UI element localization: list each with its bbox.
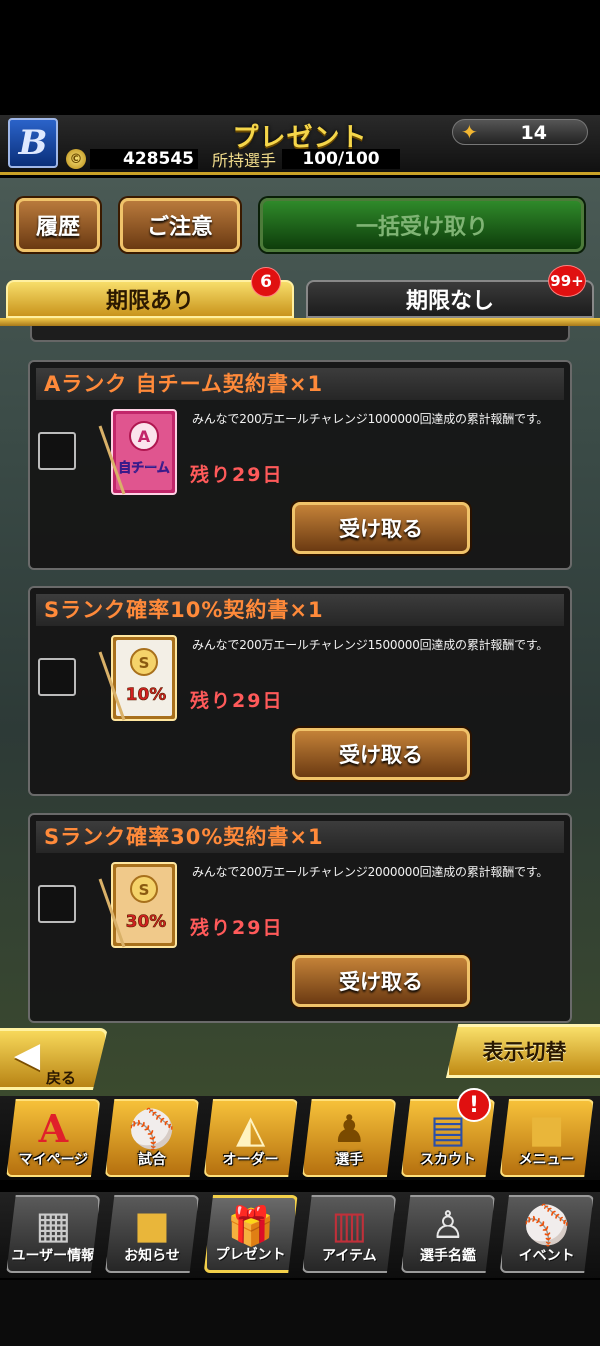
nav-user-info[interactable]: ▦ ユーザー情報: [6, 1195, 101, 1273]
history-button[interactable]: 履歴: [16, 198, 100, 252]
present-title: Sランク確率10%契約書×1: [36, 594, 564, 626]
svg-text:S: S: [139, 654, 150, 672]
receive-button[interactable]: 受け取る: [292, 502, 470, 554]
svg-text:A: A: [138, 427, 151, 446]
nav-player-directory[interactable]: ♙ 選手名鑑: [400, 1195, 495, 1273]
nav-mypage[interactable]: A マイページ: [6, 1099, 101, 1177]
team-contract-icon: A 自チーム: [98, 409, 177, 495]
present-title: Aランク 自チーム契約書×1: [36, 368, 564, 400]
players-label: 所持選手: [212, 151, 277, 170]
sub-nav: ▦ ユーザー情報 ■ お知らせ 🎁 プレゼント ▥ アイテム ♙ 選手名鑑 ⚾ …: [0, 1192, 600, 1278]
players-value: 100/100: [282, 149, 401, 169]
present-card: Sランク確率10%契約書×1 S 10% みんなで200万エールチャレンジ150…: [28, 586, 572, 796]
remaining-days: 残り29日: [190, 464, 284, 486]
select-checkbox[interactable]: [38, 658, 76, 696]
present-description: みんなで200万エールチャレンジ1000000回達成の累計報酬です。: [192, 412, 549, 426]
menu-icon: ■: [528, 1107, 565, 1151]
tab-underline: [0, 318, 600, 326]
tab-badge: 99+: [548, 265, 586, 297]
bat-counter: ✦ 14: [452, 119, 588, 145]
status-area: [0, 0, 600, 115]
tab-label: 期限あり: [105, 289, 194, 314]
bottom-bar: [0, 1280, 600, 1346]
nav-label: スカウト: [419, 1152, 476, 1168]
nav-news[interactable]: ■ お知らせ: [104, 1195, 199, 1273]
svg-text:10%: 10%: [126, 685, 167, 705]
event-icon: ⚾: [522, 1203, 571, 1247]
nav-label: イベント: [518, 1248, 575, 1264]
nav-label: アイテム: [321, 1248, 377, 1264]
notice-button[interactable]: ご注意: [120, 198, 240, 252]
s-contract-10-icon: S 10%: [98, 635, 177, 721]
tab-badge: 6: [251, 267, 281, 297]
svg-text:自チーム: 自チーム: [118, 460, 170, 476]
nav-label: 選手: [335, 1152, 364, 1168]
scout-alert-badge: !: [457, 1088, 491, 1122]
nav-menu[interactable]: ■ メニュー: [499, 1099, 594, 1177]
nav-label: 選手名鑑: [419, 1248, 476, 1264]
header-bar: B プレゼント ✦ 14 © 428545 所持選手 100/100: [0, 115, 600, 175]
nav-label: メニュー: [518, 1152, 575, 1168]
nav-event[interactable]: ⚾ イベント: [499, 1195, 594, 1273]
select-checkbox[interactable]: [38, 885, 76, 923]
news-icon: ■: [134, 1203, 170, 1247]
svg-text:S: S: [139, 881, 150, 899]
back-arrow-icon: ◀: [14, 1035, 41, 1075]
receive-button[interactable]: 受け取る: [292, 955, 470, 1007]
remaining-days: 残り29日: [190, 917, 284, 939]
nav-label: お知らせ: [124, 1248, 180, 1264]
nav-present[interactable]: 🎁 プレゼント: [203, 1195, 298, 1273]
present-card: Aランク 自チーム契約書×1 A 自チーム みんなで200万エールチャレンジ10…: [28, 360, 572, 570]
back-label: 戻る: [46, 1069, 77, 1087]
nav-label: ユーザー情報: [11, 1248, 96, 1264]
player-icon: ♟: [332, 1107, 367, 1151]
match-icon: ⚾: [128, 1107, 176, 1151]
nav-label: プレゼント: [215, 1247, 286, 1263]
tab-label: 期限なし: [405, 289, 494, 314]
mypage-icon: A: [38, 1106, 69, 1151]
receive-all-button[interactable]: 一括受け取り: [260, 198, 584, 252]
nav-player[interactable]: ♟ 選手: [302, 1099, 397, 1177]
receive-button[interactable]: 受け取る: [292, 728, 470, 780]
nav-match[interactable]: ⚾ 試合: [104, 1099, 199, 1177]
remaining-days: 残り29日: [190, 690, 284, 712]
display-toggle-button[interactable]: 表示切替: [446, 1024, 600, 1078]
select-checkbox[interactable]: [38, 432, 76, 470]
bat-count: 14: [520, 122, 547, 144]
nav-label: 試合: [137, 1152, 166, 1168]
main-nav: A マイページ ⚾ 試合 ◭ オーダー ♟ 選手 ▤ スカウト ■ メニュー: [0, 1096, 600, 1180]
user-info-icon: ▦: [35, 1203, 72, 1247]
present-card: Sランク確率30%契約書×1 S 30% みんなで200万エールチャレンジ200…: [28, 813, 572, 1023]
nav-label: オーダー: [222, 1152, 279, 1168]
list-top-edge: [30, 326, 570, 342]
player-directory-icon: ♙: [430, 1203, 465, 1247]
present-description: みんなで200万エールチャレンジ1500000回達成の累計報酬です。: [192, 638, 549, 652]
bat-icon: ✦: [461, 120, 478, 144]
nav-label: マイページ: [18, 1152, 89, 1168]
present-title: Sランク確率30%契約書×1: [36, 821, 564, 853]
item-icon: ▥: [331, 1203, 368, 1247]
back-button[interactable]: ◀ 戻る: [0, 1028, 108, 1090]
nav-order[interactable]: ◭ オーダー: [203, 1099, 298, 1177]
s-contract-30-icon: S 30%: [98, 862, 177, 948]
svg-text:30%: 30%: [126, 912, 167, 932]
coin-icon: ©: [66, 149, 86, 169]
present-icon: 🎁: [226, 1204, 275, 1248]
present-description: みんなで200万エールチャレンジ2000000回達成の累計報酬です。: [192, 865, 549, 879]
nav-item-list[interactable]: ▥ アイテム: [302, 1195, 397, 1273]
order-icon: ◭: [236, 1107, 266, 1151]
coin-value: 428545: [90, 149, 198, 169]
coin-row: © 428545 所持選手 100/100: [66, 148, 401, 170]
